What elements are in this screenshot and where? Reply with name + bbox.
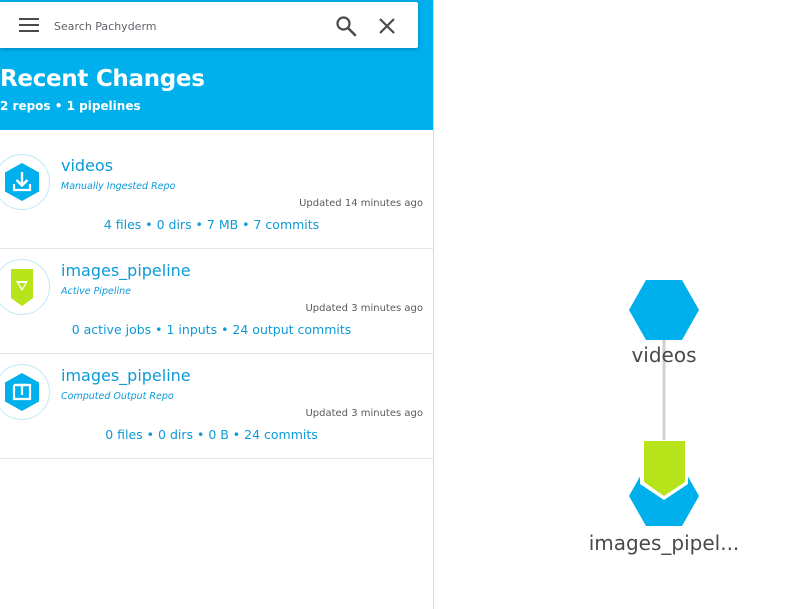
dag-node-label-videos[interactable]: videos [584, 343, 744, 367]
dag-node-label-images-pipeline[interactable]: images_pipel... [564, 531, 764, 555]
search-bar [0, 2, 418, 48]
menu-icon[interactable] [19, 17, 39, 33]
item-name[interactable]: images_pipeline [61, 366, 191, 385]
dag-node-videos-repo[interactable] [629, 280, 699, 340]
item-type: Computed Output Repo [61, 391, 174, 402]
item-type: Manually Ingested Repo [61, 181, 176, 192]
item-type: Active Pipeline [61, 286, 131, 297]
list-item-images-pipeline[interactable]: images_pipeline Active Pipeline Updated … [0, 249, 433, 354]
download-hexagon-icon [0, 154, 50, 210]
item-stats: 4 files • 0 dirs • 7 MB • 7 commits [103, 217, 320, 232]
dag-graph [629, 280, 699, 526]
output-hexagon-icon [0, 364, 50, 420]
dag-node-images-pipeline[interactable] [629, 440, 699, 526]
pipeline-chevron-icon [0, 259, 50, 315]
recent-changes-list: videos Manually Ingested Repo Updated 14… [0, 144, 433, 459]
item-name[interactable]: videos [61, 156, 113, 175]
item-updated-time: Updated 3 minutes ago [305, 303, 423, 314]
item-stats: 0 files • 0 dirs • 0 B • 24 commits [105, 427, 318, 442]
search-icon[interactable] [335, 15, 357, 37]
item-name[interactable]: images_pipeline [61, 261, 191, 280]
item-updated-time: Updated 3 minutes ago [305, 408, 423, 419]
page-title: Recent Changes [0, 66, 205, 92]
dag-canvas[interactable]: videos images_pipel... [434, 0, 785, 609]
item-updated-time: Updated 14 minutes ago [299, 198, 423, 209]
item-stats: 0 active jobs • 1 inputs • 24 output com… [71, 322, 352, 337]
recent-changes-header: Recent Changes 2 repos • 1 pipelines [0, 0, 433, 130]
page-subtitle: 2 repos • 1 pipelines [0, 99, 141, 113]
list-item-videos-repo[interactable]: videos Manually Ingested Repo Updated 14… [0, 144, 433, 249]
search-input[interactable] [52, 14, 316, 38]
close-icon[interactable] [378, 17, 396, 35]
list-item-images-pipeline-repo[interactable]: images_pipeline Computed Output Repo Upd… [0, 354, 433, 459]
sidebar-panel: Recent Changes 2 repos • 1 pipelines vid… [0, 0, 434, 609]
